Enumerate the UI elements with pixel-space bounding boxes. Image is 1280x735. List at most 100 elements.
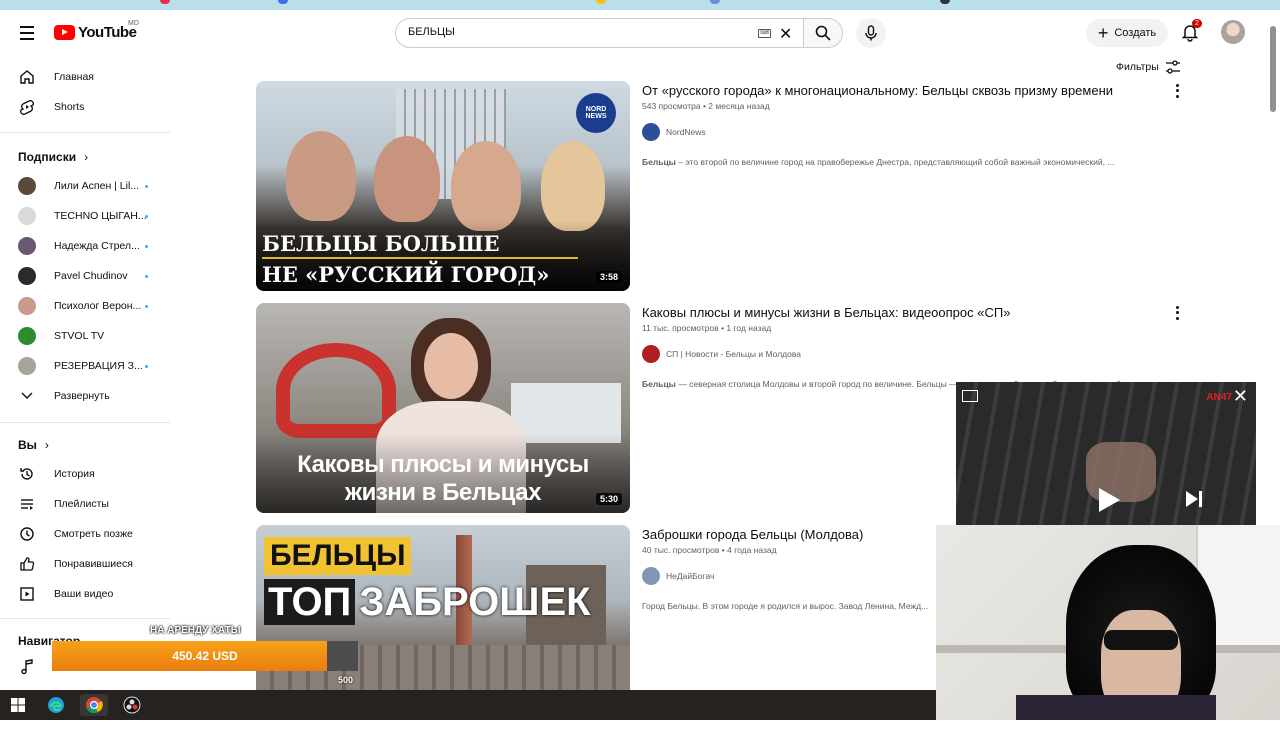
channel-link[interactable]: СП | Новости - Бельцы и Молдова: [642, 345, 801, 363]
sidebar-item-label: Развернуть: [54, 390, 110, 402]
sidebar-item-label: Психолог Верон...: [54, 300, 142, 312]
sidebar-item-subscription[interactable]: Лили Аспен | Lil...: [12, 171, 162, 201]
description-text: – это второй по величине город на правоб…: [675, 157, 1115, 167]
taskbar-edge[interactable]: [42, 694, 70, 716]
sidebar-item-your-videos[interactable]: Ваши видео: [12, 579, 162, 609]
youtube-logo[interactable]: YouTube: [54, 24, 137, 41]
sidebar-item-label: Главная: [54, 71, 94, 83]
page-scrollbar[interactable]: [1270, 26, 1276, 112]
donation-amount: 450.42 USD: [172, 649, 238, 663]
video-duration: 3:58: [595, 271, 622, 283]
voice-search-button[interactable]: [856, 18, 886, 48]
sidebar-divider: [0, 618, 170, 619]
sidebar-expand[interactable]: Развернуть: [12, 381, 162, 411]
filters-label: Фильтры: [1116, 61, 1159, 73]
video-title[interactable]: От «русского города» к многонациональном…: [642, 83, 1113, 98]
search-box[interactable]: ⌨ ✕: [395, 18, 803, 48]
view-count: 543 просмотра: [642, 101, 701, 111]
sidebar-item-label: Надежда Стрел...: [54, 240, 140, 252]
expand-player-icon[interactable]: [962, 390, 978, 402]
description-text: Город Бельцы. В этом городе я родился и …: [642, 601, 929, 611]
account-avatar[interactable]: [1221, 20, 1245, 44]
channel-avatar: [18, 357, 36, 375]
sidebar-item-shorts[interactable]: Shorts: [12, 92, 162, 122]
thumbnail-caption-line: Каковы плюсы и минусы: [297, 451, 589, 478]
close-player-icon[interactable]: ✕: [1233, 386, 1248, 407]
new-content-dot: [145, 365, 148, 368]
taskbar-chrome[interactable]: [80, 694, 108, 716]
search-button[interactable]: [803, 18, 843, 48]
webcam-overlay: [936, 525, 1280, 720]
mini-player[interactable]: AN47 ✕: [956, 382, 1256, 527]
sidebar-item-label: Лили Аспен | Lil...: [54, 180, 140, 192]
browser-tab-strip: [0, 0, 1280, 10]
sidebar-item-watch-later[interactable]: Смотреть позже: [12, 519, 162, 549]
create-button[interactable]: + Создать: [1086, 19, 1168, 47]
taskbar-obs[interactable]: [118, 694, 146, 716]
youtube-play-icon: [54, 25, 75, 40]
upload-age: 2 месяца назад: [708, 101, 770, 111]
channel-link[interactable]: NordNews: [642, 123, 706, 141]
sidebar-item-subscription[interactable]: Надежда Стрел...: [12, 231, 162, 261]
music-note-icon: [18, 658, 36, 676]
sidebar-item-label: Плейлисты: [54, 498, 109, 510]
sidebar-item-playlists[interactable]: Плейлисты: [12, 489, 162, 519]
masthead: YouTube MD ⌨ ✕ + Создать 2: [0, 10, 1280, 56]
new-content-dot: [145, 185, 148, 188]
watch-later-icon: [18, 525, 36, 543]
notifications-button[interactable]: 2: [1180, 19, 1202, 44]
sidebar-item-label: STVOL TV: [54, 330, 105, 342]
video-thumbnail[interactable]: Каковы плюсы и минусы жизни в Бельцах 5:…: [256, 303, 630, 513]
more-actions-button[interactable]: [1172, 305, 1182, 321]
channel-avatar: [18, 177, 36, 195]
more-actions-button[interactable]: [1172, 83, 1182, 99]
sidebar-item-subscription[interactable]: STVOL TV: [12, 321, 162, 351]
video-thumbnail[interactable]: NORD NEWS БЕЛЬЦЫ БОЛЬШЕ НЕ «РУССКИЙ ГОРО…: [256, 81, 630, 291]
thumbnail-caption: ТОП ЗАБРОШЕК: [264, 579, 591, 625]
thumbnail-caption: Каковы плюсы и минусы жизни в Бельцах: [256, 451, 630, 507]
video-title[interactable]: Каковы плюсы и минусы жизни в Бельцах: в…: [642, 305, 1010, 320]
obs-icon: [123, 696, 141, 714]
microphone-icon: [865, 25, 877, 41]
tab-favicon: [710, 0, 720, 4]
sidebar-item-label: История: [54, 468, 95, 480]
sunglasses-graphic: [1104, 630, 1178, 650]
search-input[interactable]: [408, 26, 738, 38]
channel-avatar: [18, 327, 36, 345]
sidebar-item-liked[interactable]: Понравившиеся: [12, 549, 162, 579]
windows-icon: [11, 698, 25, 712]
play-icon[interactable]: [1096, 486, 1122, 514]
new-content-dot: [145, 275, 148, 278]
menu-button[interactable]: [14, 20, 40, 46]
sidebar-item-home[interactable]: Главная: [12, 62, 162, 92]
clear-search-icon[interactable]: ✕: [779, 24, 792, 44]
sidebar-divider: [0, 422, 170, 423]
sidebar-item-subscription[interactable]: РЕЗЕРВАЦИЯ З...: [12, 351, 162, 381]
sidebar-item-subscription[interactable]: TECHNO ЦЫГАН...: [12, 201, 162, 231]
sidebar-divider: [0, 132, 170, 133]
start-button[interactable]: [4, 694, 32, 716]
thumbnail-caption: БЕЛЬЦЫ БОЛЬШЕ: [262, 231, 500, 256]
video-title[interactable]: Заброшки города Бельцы (Молдова): [642, 527, 863, 542]
channel-link[interactable]: НеДайБогач: [642, 567, 714, 585]
chevron-down-icon: [18, 387, 36, 405]
notification-count-badge: 2: [1192, 19, 1202, 28]
reporter-face-graphic: [424, 333, 478, 399]
channel-name: NordNews: [666, 127, 706, 137]
subscriptions-heading[interactable]: Подписки ›: [18, 150, 88, 164]
sidebar-item-subscription[interactable]: Психолог Верон...: [12, 291, 162, 321]
next-icon[interactable]: [1184, 490, 1204, 508]
you-heading[interactable]: Вы ›: [18, 438, 49, 452]
channel-watermark: AN47: [1206, 392, 1232, 403]
sidebar-item-label: Понравившиеся: [54, 558, 133, 570]
edge-icon: [48, 697, 64, 713]
upload-age: 4 года назад: [727, 545, 777, 555]
thumbnail-caption-line: ЗАБРОШЕК: [359, 580, 591, 624]
keyboard-icon[interactable]: ⌨: [758, 29, 771, 38]
filters-button[interactable]: Фильтры: [1116, 60, 1181, 74]
sidebar-item-subscription[interactable]: Pavel Chudinov: [12, 261, 162, 291]
view-count: 40 тыс. просмотров: [642, 545, 720, 555]
sidebar-item-history[interactable]: История: [12, 459, 162, 489]
subscriptions-title: Подписки: [18, 150, 77, 164]
home-icon: [18, 68, 36, 86]
